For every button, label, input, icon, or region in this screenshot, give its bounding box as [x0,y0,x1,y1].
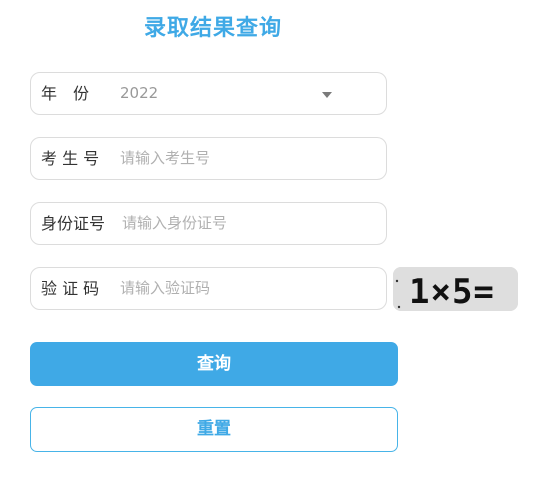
year-value: 2022 [120,84,159,102]
captcha-input[interactable] [120,268,375,309]
id-number-input[interactable] [122,203,377,244]
exam-number-input[interactable] [120,138,375,179]
captcha-field[interactable]: 验 证 码 [30,267,387,310]
year-label: 年 份 [41,84,90,103]
exam-number-label: 考 生 号 [41,149,100,168]
id-number-field[interactable]: 身份证号 [30,202,387,245]
captcha-label: 验 证 码 [41,279,100,298]
reset-button[interactable]: 重置 [30,407,398,452]
exam-number-field[interactable]: 考 生 号 [30,137,387,180]
chevron-down-icon[interactable] [322,92,332,98]
year-select[interactable]: 年 份 2022 [30,72,387,115]
captcha-text: 1×5= [409,272,495,311]
query-button[interactable]: 查询 [30,342,398,386]
id-number-label: 身份证号 [41,214,106,233]
page-title: 录取结果查询 [143,16,282,41]
captcha-image[interactable]: 1×5= [393,267,518,311]
